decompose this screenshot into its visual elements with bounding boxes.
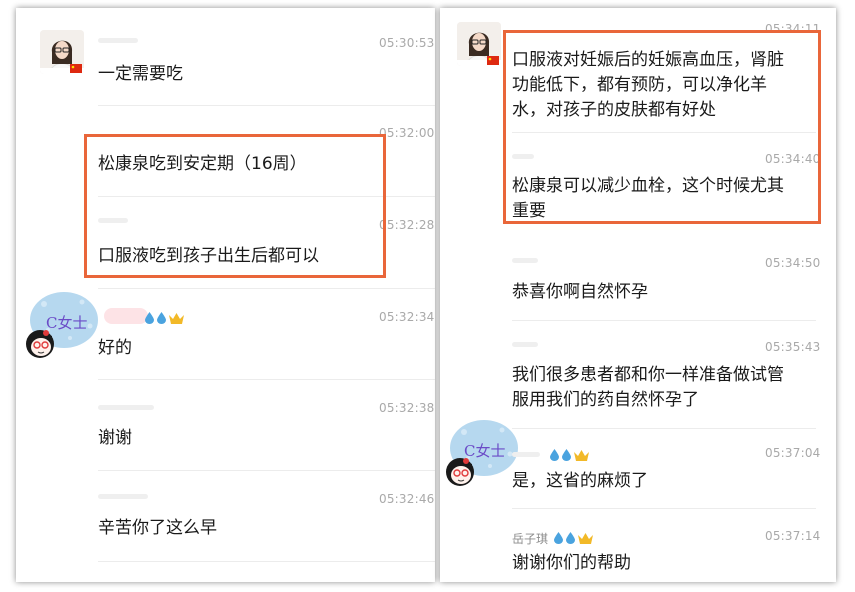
message-text: 好的 [98,338,132,358]
message-line: 重要 [512,201,546,221]
avatar-label: C女士 [464,442,506,460]
crown-icon [169,313,184,324]
message-time: 05:34:40 [765,152,821,166]
divider [512,132,816,133]
message-time: 05:37:04 [765,446,821,460]
message-text: 口服液吃到孩子出生后都可以 [98,246,319,266]
message-line: 松康泉可以减少血栓，这个时候尤其 [512,176,784,196]
sender-name-blurred [512,154,534,159]
divider [98,196,435,197]
avatar-woman[interactable] [40,30,84,74]
divider [98,561,435,562]
badge-row [550,446,589,465]
message-time: 05:35:43 [765,340,821,354]
divider [98,379,435,380]
divider [98,470,435,471]
water-drop-icon [566,532,575,544]
sender-name: 岳子琪 [512,532,549,546]
chat-panel-right: 05:34:11 口服液对妊娠后的妊娠高血压，肾脏 功能低下，都有预防，可以净化… [440,8,836,582]
water-drop-icon [157,312,166,324]
message-text: 口服液对妊娠后的妊娠高血压，肾脏 功能低下，都有预防，可以净化羊 水，对孩子的皮… [512,48,784,123]
message-line: 谢谢你们的帮助 [512,553,631,573]
message-line: 是，这省的麻烦了 [512,471,648,491]
badge-row [145,309,184,328]
sender-name-blurred [98,494,148,499]
avatar-c-lady[interactable]: C女士 [22,290,102,362]
sender-name-blurred [512,258,538,263]
message-text: 辛苦你了这么早 [98,518,217,538]
water-drop-icon [554,532,563,544]
message-time: 05:32:28 [379,218,435,232]
message-text: 谢谢你们的帮助 [512,551,631,576]
message-time: 05:32:00 [379,126,435,140]
flag-icon [487,56,499,65]
message-time: 05:30:53 [379,36,435,50]
sender-name-blurred [512,452,540,457]
chat-panel-left: 05:30:53 一定需要吃 05:32:00 松康泉吃到安定期（16周） 05… [16,8,435,582]
message-time: 05:37:14 [765,529,821,543]
message-time: 05:32:38 [379,401,435,415]
message-time: 05:34:50 [765,256,821,270]
message-text: 我们很多患者都和你一样准备做试管 服用我们的药自然怀孕了 [512,363,784,413]
water-drop-icon [550,449,559,461]
message-text: 谢谢 [98,428,132,448]
water-drop-icon [145,312,154,324]
divider [98,105,435,106]
message-text: 松康泉吃到安定期（16周） [98,154,307,174]
message-line: 口服液对妊娠后的妊娠高血压，肾脏 [512,50,784,70]
divider [512,428,816,429]
divider [98,288,435,289]
message-line: 恭喜你啊自然怀孕 [512,282,648,302]
sender-name-blurred [104,308,148,324]
message-line: 服用我们的药自然怀孕了 [512,390,699,410]
message-line: 功能低下，都有预防，可以净化羊 [512,75,767,95]
sender-name-blurred [98,218,128,223]
avatar-c-lady[interactable]: C女士 [442,418,522,490]
message-line: 水，对孩子的皮肤都有好处 [512,100,716,120]
avatar-woman[interactable] [457,22,501,66]
sender-name-blurred [512,342,538,347]
crown-icon [574,450,589,461]
divider [512,508,816,509]
message-line: 我们很多患者都和你一样准备做试管 [512,365,784,385]
crown-icon [578,533,593,544]
flag-icon [70,64,82,73]
message-text: 松康泉可以减少血栓，这个时候尤其 重要 [512,174,784,224]
message-text: 恭喜你啊自然怀孕 [512,280,648,305]
message-time: 05:32:46 [379,492,435,506]
message-text: 一定需要吃 [98,64,183,84]
badge-row [554,529,593,548]
avatar-label: C女士 [46,314,88,332]
water-drop-icon [562,449,571,461]
sender-name-blurred [98,38,138,43]
divider [512,320,816,321]
message-time: 05:34:11 [765,22,821,36]
message-time: 05:32:34 [379,310,435,324]
sender-name-blurred [98,405,154,410]
message-text: 是，这省的麻烦了 [512,469,648,494]
